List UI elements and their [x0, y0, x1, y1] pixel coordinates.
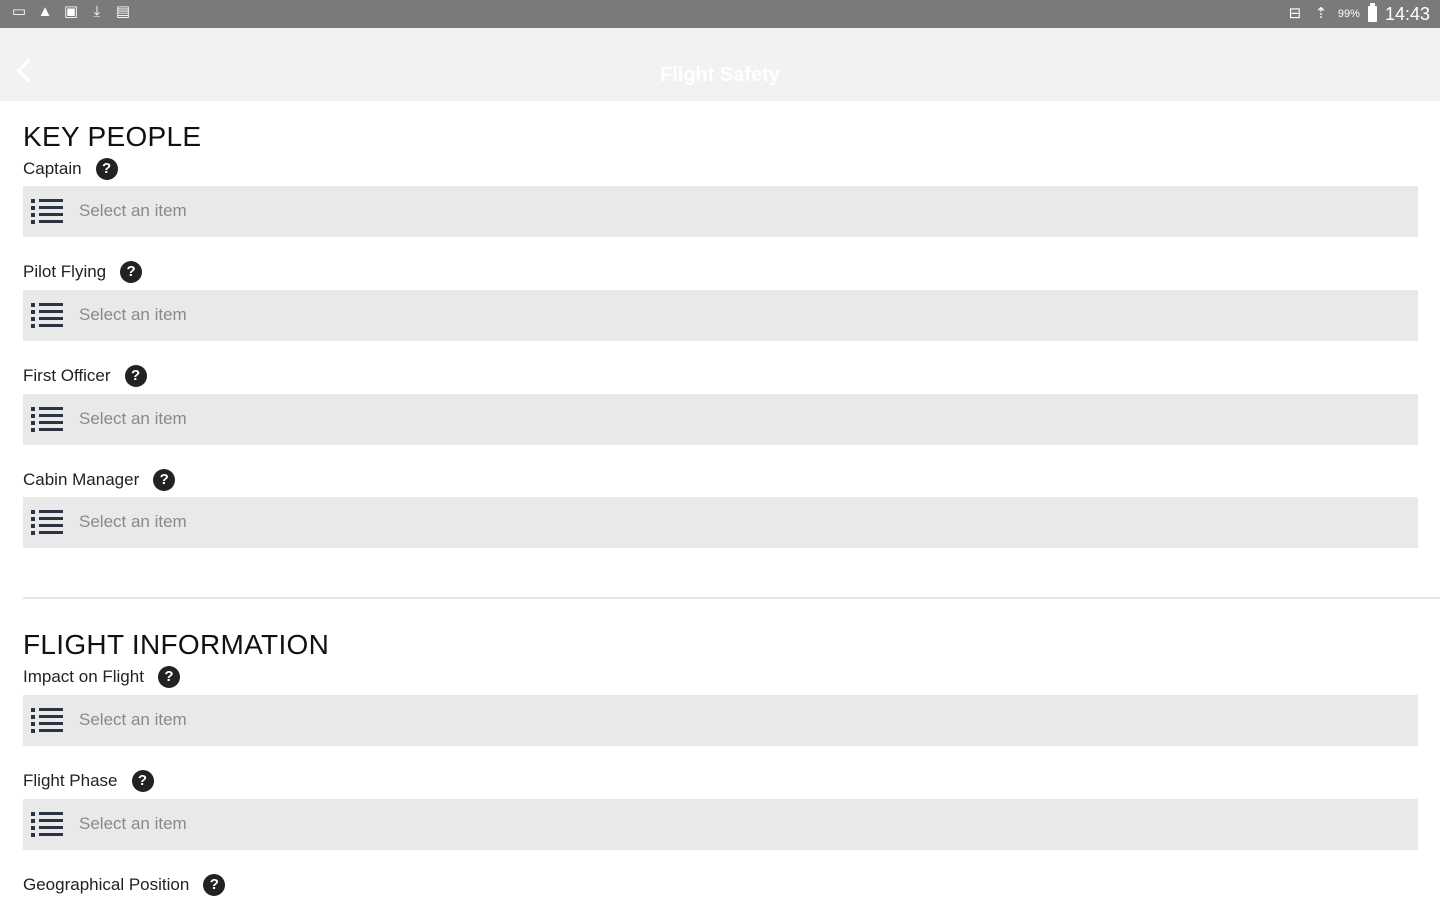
warning-icon: ▲	[37, 3, 53, 20]
download-icon: ⤓	[93, 3, 101, 20]
field-label-cabin-manager: Cabin Manager ?	[23, 469, 176, 491]
field-label-geographical-position: Geographical Position ?	[23, 874, 226, 896]
section-divider	[23, 597, 1440, 599]
help-icon[interactable]: ?	[95, 158, 118, 180]
field-label-flight-phase: Flight Phase ?	[23, 770, 154, 792]
field-label-text: Captain	[23, 159, 82, 178]
field-label-first-officer: First Officer ?	[23, 365, 147, 387]
list-icon	[31, 407, 63, 432]
pilot-flying-select[interactable]: Select an item	[23, 290, 1418, 341]
field-label-text: Pilot Flying	[23, 262, 107, 281]
battery-percent: 99%	[1337, 8, 1360, 20]
list-icon	[31, 510, 63, 535]
wifi-icon: ⇡	[1314, 5, 1328, 22]
field-label-captain: Captain ?	[23, 158, 118, 180]
bag-icon: ▤	[115, 3, 131, 20]
form-content[interactable]: KEY PEOPLE Captain ? Select an item Pilo…	[0, 101, 1440, 900]
section-title-key-people: KEY PEOPLE	[23, 121, 202, 152]
cast-icon: ▭	[11, 3, 27, 20]
nfc-icon: ⊟	[1288, 5, 1302, 22]
list-icon	[31, 199, 63, 224]
select-placeholder: Select an item	[79, 201, 187, 220]
impact-on-flight-select[interactable]: Select an item	[23, 695, 1418, 746]
image-icon: ▣	[63, 3, 79, 20]
battery-icon	[1367, 3, 1377, 22]
first-officer-select[interactable]: Select an item	[23, 394, 1418, 445]
cabin-manager-select[interactable]: Select an item	[23, 497, 1418, 548]
select-placeholder: Select an item	[79, 710, 187, 729]
help-icon[interactable]: ?	[203, 874, 226, 896]
status-bar: ▭ ▲ ▣ ⤓ ▤ ⊟ ⇡ 99% 14:43	[0, 0, 1440, 28]
field-label-text: Impact on Flight	[23, 667, 144, 686]
list-icon	[31, 812, 63, 837]
select-placeholder: Select an item	[79, 305, 187, 324]
help-icon[interactable]: ?	[153, 469, 176, 491]
list-icon	[31, 708, 63, 733]
page-title: Flight Safety	[659, 64, 780, 86]
field-label-text: First Officer	[23, 366, 111, 385]
status-right: ⊟ ⇡ 99% 14:43	[1286, 2, 1430, 26]
field-label-text: Flight Phase	[23, 771, 118, 790]
help-icon[interactable]: ?	[157, 666, 180, 688]
field-label-text: Geographical Position	[23, 875, 190, 894]
notification-icons: ▭ ▲ ▣ ⤓ ▤	[10, 3, 132, 21]
field-label-impact-on-flight: Impact on Flight ?	[23, 666, 180, 688]
section-title-flight-information: FLIGHT INFORMATION	[23, 629, 330, 660]
help-icon[interactable]: ?	[124, 365, 147, 387]
app-bar: Flight Safety	[0, 28, 1440, 101]
help-icon[interactable]: ?	[120, 261, 143, 283]
help-icon[interactable]: ?	[131, 770, 154, 792]
select-placeholder: Select an item	[79, 814, 187, 833]
select-placeholder: Select an item	[79, 409, 187, 428]
clock: 14:43	[1384, 4, 1430, 24]
flight-phase-select[interactable]: Select an item	[23, 799, 1418, 850]
field-label-pilot-flying: Pilot Flying ?	[23, 261, 143, 283]
captain-select[interactable]: Select an item	[23, 186, 1418, 237]
select-placeholder: Select an item	[79, 512, 187, 531]
field-label-text: Cabin Manager	[23, 470, 140, 489]
list-icon	[31, 303, 63, 328]
